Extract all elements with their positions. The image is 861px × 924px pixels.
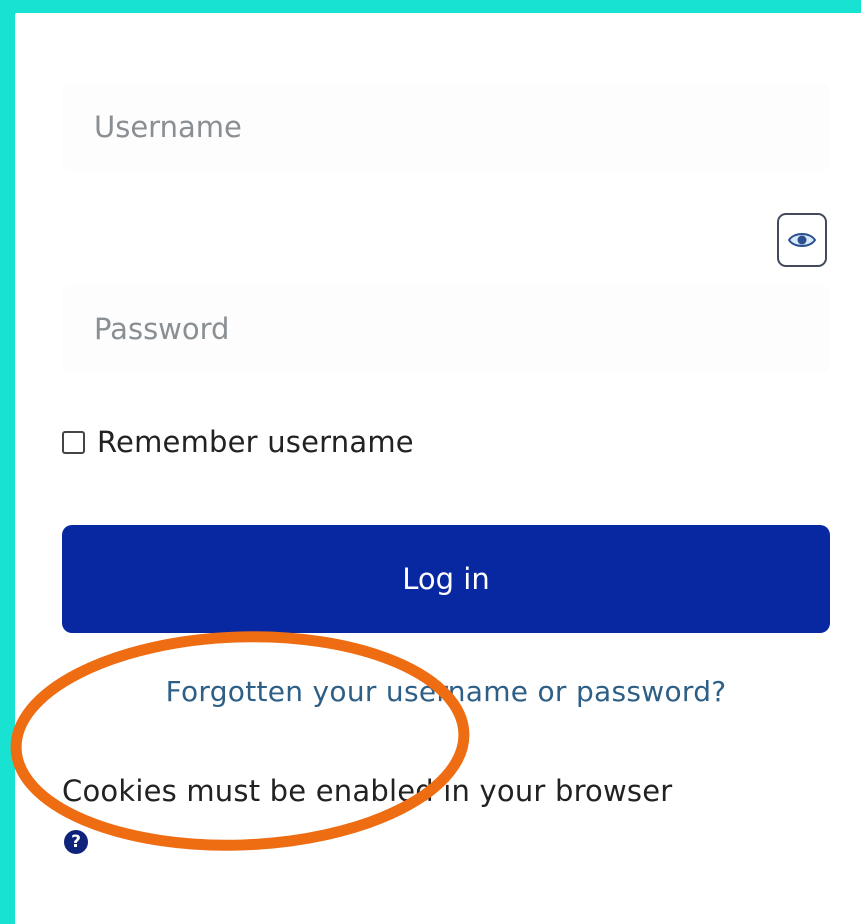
- eye-icon: [788, 233, 816, 247]
- login-button-label: Log in: [402, 562, 490, 596]
- forgot-credentials-link[interactable]: Forgotten your username or password?: [62, 675, 830, 708]
- remember-username-label: Remember username: [97, 425, 414, 459]
- cookies-notice: Cookies must be enabled in your browser: [62, 774, 673, 808]
- username-input[interactable]: [62, 83, 830, 171]
- login-card: Remember username Log in Forgotten your …: [15, 13, 861, 924]
- reveal-password-button[interactable]: [777, 213, 827, 267]
- help-icon-glyph: ?: [71, 832, 81, 852]
- remember-username-checkbox[interactable]: [62, 430, 85, 454]
- login-button[interactable]: Log in: [62, 525, 830, 633]
- username-field[interactable]: [62, 83, 830, 171]
- password-input[interactable]: [62, 285, 830, 373]
- password-field[interactable]: [62, 285, 830, 373]
- help-icon[interactable]: ?: [64, 830, 88, 854]
- remember-username-option[interactable]: Remember username: [62, 418, 414, 466]
